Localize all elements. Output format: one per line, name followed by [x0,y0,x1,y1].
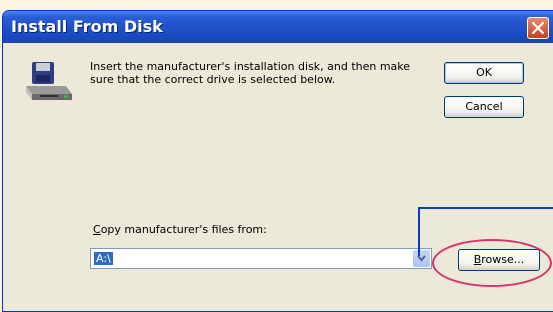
disk-drive-setup-icon [26,62,72,100]
combobox-dropdown-button[interactable] [413,250,430,267]
ok-button[interactable]: OK [444,62,524,84]
close-button[interactable] [527,17,549,39]
annotation-highlight-ring [432,239,552,287]
copy-from-accesskey: C [93,223,101,236]
window-title: Install From Disk [11,17,163,36]
title-bar[interactable]: Install From Disk [3,11,553,43]
cancel-button[interactable]: Cancel [444,96,524,118]
chevron-down-icon [417,255,426,262]
annotation-line [418,207,553,209]
close-icon [532,22,544,34]
copy-from-value[interactable]: A:\ [94,252,113,265]
annotation-line [418,207,420,256]
copy-from-combobox[interactable]: A:\ [90,248,432,269]
copy-from-label: Copy manufacturer's files from: [93,223,267,236]
copy-from-label-rest: opy manufacturer's files from: [100,223,267,236]
instructions-text: Insert the manufacturer's installation d… [90,60,411,86]
